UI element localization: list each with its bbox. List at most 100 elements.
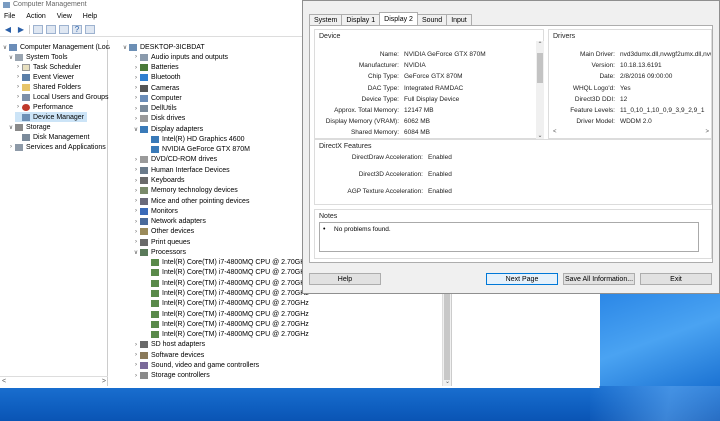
device-category[interactable]: › Computer	[133, 93, 182, 103]
expand-chevron-icon[interactable]: ›	[133, 229, 139, 235]
device-category[interactable]: › Software devices	[133, 350, 204, 360]
expand-chevron-icon[interactable]: ›	[133, 219, 139, 225]
back-arrow-icon[interactable]: ◀	[3, 25, 13, 34]
tree-storage[interactable]: ∨ Storage	[8, 122, 51, 132]
expand-chevron-icon[interactable]: ∨	[122, 44, 128, 51]
driver-property-row: Direct3D DDI: 12	[551, 96, 711, 106]
tree-task-scheduler[interactable]: › Task Scheduler	[15, 62, 81, 72]
expand-chevron-icon[interactable]: ›	[133, 188, 139, 194]
expand-chevron-icon[interactable]: ›	[133, 373, 139, 379]
device-category[interactable]: › Bluetooth	[133, 73, 181, 83]
expand-chevron-icon[interactable]: ›	[133, 54, 139, 60]
tree-local-users[interactable]: › Local Users and Groups	[15, 92, 108, 102]
expand-chevron-icon[interactable]: ›	[133, 178, 139, 184]
device-category[interactable]: › DVD/CD-ROM drives	[133, 155, 217, 165]
device-category[interactable]: › Audio inputs and outputs	[133, 52, 228, 62]
tree-horizontal-scrollbar[interactable]: < >	[0, 376, 108, 386]
device-category[interactable]: › Print queues	[133, 237, 190, 247]
device-category[interactable]: › SD host adapters	[133, 340, 205, 350]
device-label: Software devices	[151, 351, 205, 359]
show-console-icon[interactable]	[85, 25, 95, 34]
menu-view[interactable]: View	[57, 13, 72, 20]
tree-services[interactable]: › Services and Applications	[8, 142, 106, 152]
exit-button[interactable]: Exit	[640, 273, 712, 285]
tab-sound[interactable]: Sound	[416, 14, 448, 25]
expand-chevron-icon[interactable]: ›	[133, 198, 139, 204]
expand-chevron-icon[interactable]: ›	[133, 208, 139, 214]
expand-chevron-icon[interactable]: ›	[133, 342, 139, 348]
menu-action[interactable]: Action	[26, 13, 45, 20]
tab-display-2[interactable]: Display 2	[379, 12, 418, 25]
device-property-value: Integrated RAMDAC	[404, 84, 464, 92]
tree-root[interactable]: ∨ Computer Management (Local	[2, 42, 115, 52]
processor-item[interactable]: Intel(R) Core(TM) i7-4800MQ CPU @ 2.70GH…	[144, 268, 309, 278]
expand-chevron-icon[interactable]: ›	[133, 352, 139, 358]
device-category[interactable]: ∨ Processors	[133, 247, 186, 257]
tree-shared-folders[interactable]: › Shared Folders	[15, 82, 81, 92]
device-label: Computer	[151, 94, 182, 102]
device-category[interactable]: › Human Interface Devices	[133, 165, 230, 175]
save-all-information-button[interactable]: Save All Information...	[563, 273, 635, 285]
expand-chevron-icon[interactable]: ›	[133, 75, 139, 81]
tree-event-viewer[interactable]: › Event Viewer	[15, 72, 74, 82]
device-icon	[140, 94, 148, 102]
device-category[interactable]: › Cameras	[133, 83, 179, 93]
device-category[interactable]: › Other devices	[133, 227, 194, 237]
display-adapter-item[interactable]: NVIDIA GeForce GTX 870M	[144, 145, 250, 155]
device-root[interactable]: ∨ DESKTOP-3ICBDAT	[122, 42, 205, 52]
help-button[interactable]: Help	[309, 273, 381, 285]
menu-help[interactable]: Help	[83, 13, 97, 20]
device-category[interactable]: › Keyboards	[133, 176, 184, 186]
tab-system[interactable]: System	[309, 14, 343, 25]
processor-item[interactable]: Intel(R) Core(TM) i7-4800MQ CPU @ 2.70GH…	[144, 299, 309, 309]
device-category[interactable]: › Mice and other pointing devices	[133, 196, 249, 206]
tab-display-1[interactable]: Display 1	[341, 14, 381, 25]
device-category[interactable]: › Monitors	[133, 206, 178, 216]
processor-item[interactable]: Intel(R) Core(TM) i7-4800MQ CPU @ 2.70GH…	[144, 330, 309, 340]
tab-input[interactable]: Input	[446, 14, 472, 25]
device-scrollbar[interactable]: ⌃ ⌄	[536, 41, 544, 139]
expand-chevron-icon[interactable]: ∨	[133, 126, 139, 133]
properties-icon[interactable]	[59, 25, 69, 34]
expand-chevron-icon[interactable]: ›	[133, 106, 139, 112]
processor-item[interactable]: Intel(R) Core(TM) i7-4800MQ CPU @ 2.70GH…	[144, 319, 309, 329]
device-property-row: Shared Memory: 6084 MB	[317, 129, 534, 139]
drivers-horizontal-scrollbar[interactable]: < >	[553, 129, 709, 137]
expand-chevron-icon[interactable]: ›	[133, 85, 139, 91]
expand-chevron-icon[interactable]: ›	[133, 116, 139, 122]
display-adapter-item[interactable]: Intel(R) HD Graphics 4600	[144, 134, 244, 144]
help-icon[interactable]: ?	[72, 25, 82, 34]
tree-disk-management[interactable]: Disk Management	[15, 132, 89, 142]
device-category[interactable]: › Sound, video and game controllers	[133, 360, 259, 370]
expand-chevron-icon[interactable]: ›	[133, 239, 139, 245]
device-category[interactable]: › Batteries	[133, 63, 179, 73]
next-page-button[interactable]: Next Page	[486, 273, 558, 285]
device-category[interactable]: › Storage controllers	[133, 371, 210, 381]
processor-item[interactable]: Intel(R) Core(TM) i7-4800MQ CPU @ 2.70GH…	[144, 258, 309, 268]
processor-item[interactable]: Intel(R) Core(TM) i7-4800MQ CPU @ 2.70GH…	[144, 278, 309, 288]
tree-device-manager[interactable]: Device Manager	[15, 112, 87, 122]
device-category[interactable]: › Network adapters	[133, 217, 206, 227]
device-category[interactable]: ∨ Display adapters	[133, 124, 203, 134]
expand-chevron-icon[interactable]: ›	[133, 167, 139, 173]
forward-arrow-icon[interactable]: ▶	[16, 25, 26, 34]
device-icon	[140, 351, 148, 359]
up-folder-icon[interactable]	[33, 25, 43, 34]
menu-file[interactable]: File	[4, 13, 15, 20]
device-category[interactable]: › Memory technology devices	[133, 186, 238, 196]
device-category[interactable]: › DellUtils	[133, 104, 177, 114]
show-hide-tree-icon[interactable]	[46, 25, 56, 34]
notes-group-title: Notes	[319, 213, 338, 220]
expand-chevron-icon[interactable]: ›	[133, 65, 139, 71]
device-category[interactable]: › Disk drives	[133, 114, 185, 124]
device-label: Intel(R) Core(TM) i7-4800MQ CPU @ 2.70GH…	[162, 310, 309, 318]
tree-performance[interactable]: › Performance	[15, 102, 73, 112]
expand-chevron-icon[interactable]: ›	[133, 95, 139, 101]
processor-item[interactable]: Intel(R) Core(TM) i7-4800MQ CPU @ 2.70GH…	[144, 288, 309, 298]
processor-item[interactable]: Intel(R) Core(TM) i7-4800MQ CPU @ 2.70GH…	[144, 309, 309, 319]
tree-system-tools[interactable]: ∨ System Tools	[8, 52, 68, 62]
expand-chevron-icon[interactable]: ›	[133, 157, 139, 163]
expand-chevron-icon[interactable]: ›	[133, 362, 139, 368]
notes-box[interactable]: • No problems found.	[319, 222, 699, 252]
expand-chevron-icon[interactable]: ∨	[133, 249, 139, 256]
